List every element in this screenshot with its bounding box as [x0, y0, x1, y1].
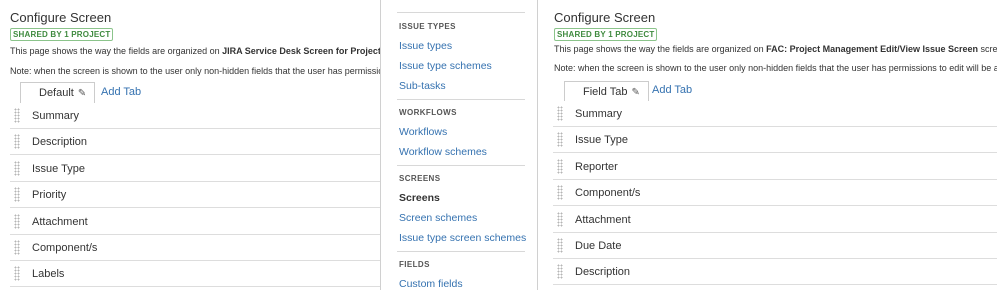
screen-note: Note: when the screen is shown to the us… — [554, 63, 997, 73]
sidebar-divider — [397, 165, 525, 166]
drag-handle-icon[interactable] — [14, 213, 20, 229]
field-row[interactable]: Priority — [10, 182, 380, 209]
field-row[interactable]: Issue Type — [553, 127, 997, 154]
pencil-icon[interactable]: ✎ — [631, 87, 639, 98]
sidebar-item-issue-type-schemes[interactable]: Issue type schemes — [399, 60, 492, 72]
field-row[interactable]: Summary — [10, 103, 380, 129]
sidebar-heading-workflows: WORKFLOWS — [399, 108, 457, 117]
page-title: Configure Screen — [554, 10, 656, 25]
field-label: Due Date — [575, 240, 622, 252]
field-label: Issue Type — [575, 134, 628, 147]
screen-note: Note: when the screen is shown to the us… — [10, 66, 380, 76]
field-label: Labels — [32, 268, 65, 281]
field-label: Summary — [575, 108, 623, 120]
sidebar-item-sub-tasks[interactable]: Sub-tasks — [399, 80, 446, 92]
sidebar-item-workflows[interactable]: Workflows — [399, 126, 447, 138]
description-prefix: This page shows the way the fields are o… — [10, 46, 223, 56]
sidebar-item-issue-types[interactable]: Issue types — [399, 40, 452, 52]
field-row[interactable]: Description — [10, 129, 380, 156]
sidebar-heading-fields: FIELDS — [399, 260, 430, 269]
add-tab-link[interactable]: Add Tab — [101, 86, 141, 98]
field-label: Component/s — [32, 242, 98, 254]
field-label: Summary — [32, 110, 80, 122]
sidebar-item-screens[interactable]: Screens — [399, 192, 440, 204]
sidebar-item-issue-type-screen-schemes[interactable]: Issue type screen schemes — [399, 232, 526, 244]
admin-sidebar: ISSUE TYPES Issue types Issue type schem… — [380, 0, 538, 290]
field-row[interactable]: Issue Type — [10, 155, 380, 182]
field-row[interactable]: Attachment — [553, 206, 997, 233]
drag-handle-icon[interactable] — [14, 108, 20, 123]
left-configure-screen-panel: Configure Screen SHARED BY 1 PROJECT Thi… — [0, 0, 380, 290]
field-row[interactable]: Labels — [10, 261, 380, 288]
description-suffix: screen. — [980, 44, 997, 54]
sidebar-divider — [397, 12, 525, 13]
screen-description: This page shows the way the fields are o… — [554, 44, 997, 54]
drag-handle-icon[interactable] — [557, 158, 563, 174]
field-label: Description — [575, 266, 631, 279]
field-label: Issue Type — [32, 162, 85, 175]
shared-badge[interactable]: SHARED BY 1 PROJECT — [554, 28, 658, 41]
drag-handle-icon[interactable] — [557, 185, 563, 201]
right-configure-screen-panel: Configure Screen SHARED BY 1 PROJECT Thi… — [545, 0, 997, 290]
field-label: Attachment — [32, 215, 88, 228]
drag-handle-icon[interactable] — [14, 187, 20, 203]
drag-handle-icon[interactable] — [557, 238, 563, 253]
field-row[interactable]: Summary — [553, 101, 997, 127]
field-row[interactable]: Component/s — [553, 180, 997, 207]
sidebar-heading-issue-types: ISSUE TYPES — [399, 22, 456, 31]
field-label: Reporter — [575, 160, 618, 173]
field-label: Component/s — [575, 187, 641, 200]
tab-default[interactable]: Default ✎ — [20, 82, 96, 104]
drag-handle-icon[interactable] — [14, 134, 20, 150]
drag-handle-icon[interactable] — [14, 160, 20, 176]
drag-handle-icon[interactable] — [557, 132, 563, 148]
tab-label: Default — [39, 87, 74, 99]
field-label: Priority — [32, 189, 67, 202]
screen-description: This page shows the way the fields are o… — [10, 46, 380, 56]
sidebar-item-custom-fields[interactable]: Custom fields — [399, 278, 463, 290]
sidebar-divider — [397, 251, 525, 252]
sidebar-item-workflow-schemes[interactable]: Workflow schemes — [399, 146, 487, 158]
field-label: Description — [32, 136, 88, 149]
screen-name: JIRA Service Desk Screen for Project IT — [222, 46, 380, 56]
field-row[interactable]: Description — [553, 259, 997, 286]
drag-handle-icon[interactable] — [557, 106, 563, 121]
pencil-icon[interactable]: ✎ — [78, 88, 86, 99]
tab-label: Field Tab — [583, 86, 628, 98]
field-row[interactable]: Reporter — [553, 153, 997, 180]
drag-handle-icon[interactable] — [14, 240, 20, 255]
drag-handle-icon[interactable] — [14, 266, 20, 282]
field-label: Attachment — [575, 213, 631, 226]
tab-field-tab[interactable]: Field Tab ✎ — [564, 81, 649, 103]
sidebar-heading-screens: SCREENS — [399, 174, 441, 183]
field-row[interactable]: Due Date — [553, 233, 997, 259]
sidebar-item-screen-schemes[interactable]: Screen schemes — [399, 212, 477, 224]
add-tab-link[interactable]: Add Tab — [652, 84, 692, 96]
screen-name: FAC: Project Management Edit/View Issue … — [766, 44, 979, 54]
field-row[interactable]: Component/s — [10, 235, 380, 261]
drag-handle-icon[interactable] — [557, 264, 563, 280]
page-title: Configure Screen — [10, 10, 112, 25]
field-row[interactable]: Attachment — [10, 208, 380, 235]
sidebar-divider — [397, 99, 525, 100]
description-prefix: This page shows the way the fields are o… — [554, 44, 767, 54]
drag-handle-icon[interactable] — [557, 211, 563, 227]
shared-badge[interactable]: SHARED BY 1 PROJECT — [10, 28, 114, 41]
